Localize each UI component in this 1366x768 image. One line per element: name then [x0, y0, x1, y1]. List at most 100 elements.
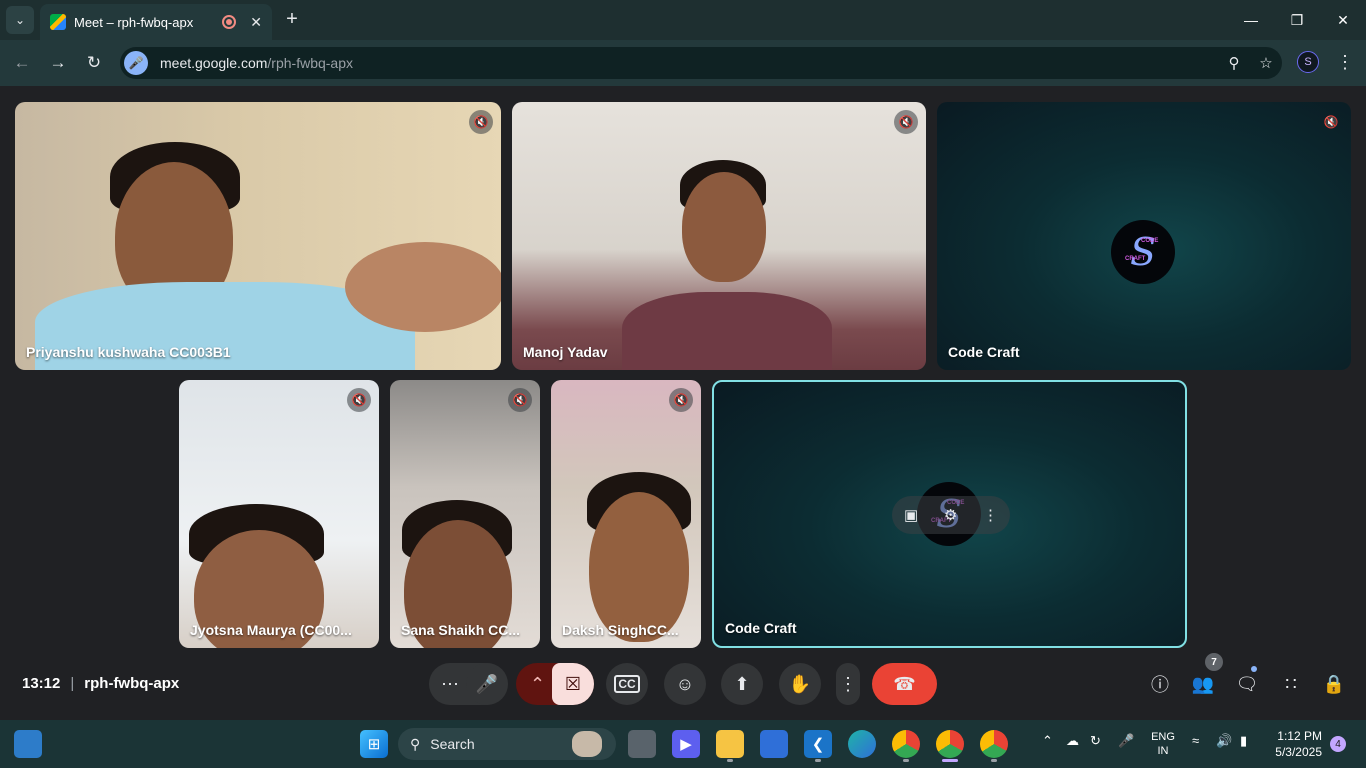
meeting-separator: | — [70, 675, 75, 692]
present-screen-icon: ⬆ — [734, 673, 750, 694]
file-explorer-icon[interactable] — [716, 730, 744, 758]
hand-icon: ✋ — [788, 673, 812, 694]
lang-region: IN — [1157, 745, 1169, 757]
browser-menu-icon[interactable]: ⋮ — [1336, 52, 1354, 73]
meeting-details-button[interactable]: ⓘ — [1144, 668, 1176, 700]
activities-button[interactable]: ∷ — [1275, 668, 1307, 700]
notification-badge[interactable]: 4 — [1330, 736, 1346, 752]
meet-stage: 🔇 Priyanshu kushwaha CC003B1 🔇 Manoj Yad… — [0, 86, 1366, 720]
participant-name: Manoj Yadav — [523, 344, 608, 360]
camera-toggle-button[interactable]: ☒ — [552, 663, 594, 705]
chrome-alt-icon[interactable] — [980, 730, 1008, 758]
apps-grid-icon: ∷ — [1285, 673, 1297, 694]
new-tab-button[interactable]: + — [282, 8, 302, 31]
chat-icon: 🗨 — [1235, 673, 1259, 694]
chrome-profile-icon[interactable] — [936, 730, 964, 758]
recording-indicator-icon — [222, 15, 237, 29]
mic-muted-icon: 🔇 — [508, 388, 532, 412]
vertical-dots-icon: ⋮ — [839, 673, 857, 694]
info-icon: ⓘ — [1151, 675, 1169, 695]
site-mic-icon[interactable]: 🎤 — [124, 51, 148, 75]
more-options-button[interactable]: ⋮ — [836, 663, 860, 705]
video-feed — [622, 292, 832, 370]
wifi-icon[interactable]: ≈ — [1192, 733, 1199, 748]
leave-call-button[interactable]: ☎ — [872, 663, 937, 705]
address-bar-row: ← → ↻ 🎤 meet.google.com/rph-fwbq-apx ⚲ ☆ — [0, 40, 1366, 86]
meet-favicon-icon — [50, 14, 66, 30]
onedrive-icon[interactable]: ☁ — [1066, 733, 1079, 749]
forward-button[interactable]: → — [40, 45, 76, 81]
chrome-icon[interactable] — [892, 730, 920, 758]
participant-tile[interactable]: 🔇 Priyanshu kushwaha CC003B1 — [15, 102, 501, 370]
tab-close-button[interactable]: ✕ — [250, 14, 262, 31]
url-domain: meet.google.com — [160, 55, 268, 71]
people-icon: 👥 — [1191, 673, 1215, 694]
widgets-icon[interactable] — [14, 730, 42, 758]
participant-tile[interactable]: 🔇 Jyotsna Maurya (CC00... — [179, 380, 379, 648]
raise-hand-button[interactable]: ✋ — [779, 663, 821, 705]
participant-tile[interactable]: 🔇 Sana Shaikh CC... — [390, 380, 540, 648]
meeting-info: 13:12 | rph-fwbq-apx — [22, 675, 179, 692]
video-feed — [589, 492, 689, 642]
people-button[interactable]: 👥 — [1187, 668, 1219, 700]
taskbar-active-indicator — [815, 759, 821, 762]
tray-overflow-icon[interactable]: ⌃ — [1042, 733, 1053, 749]
url-text[interactable]: meet.google.com/rph-fwbq-apx — [160, 55, 1218, 71]
system-clock[interactable]: 1:12 PM 5/3/2025 — [1266, 728, 1322, 760]
sync-icon[interactable]: ↻ — [1090, 733, 1101, 749]
tab-search-button[interactable]: ⌄ — [6, 6, 34, 34]
minimize-button[interactable]: — — [1228, 0, 1274, 40]
taskbar-active-indicator — [991, 759, 997, 762]
input-language[interactable]: ENG IN — [1150, 730, 1176, 758]
window-controls: — ❐ ✕ — [1228, 0, 1366, 40]
meet-app-icon[interactable]: ▶ — [672, 730, 700, 758]
logo-text: CRAFT — [1125, 256, 1146, 262]
microphone-tray-icon[interactable]: 🎤 — [1118, 733, 1134, 749]
vscode-icon[interactable]: ❮ — [804, 730, 832, 758]
back-button[interactable]: ← — [4, 45, 40, 81]
profile-avatar[interactable]: S — [1297, 51, 1319, 73]
captions-icon: CC — [614, 675, 640, 693]
bookmark-star-icon[interactable]: ☆ — [1250, 54, 1282, 72]
meeting-code: rph-fwbq-apx — [84, 675, 180, 692]
battery-icon[interactable]: ▮ — [1240, 733, 1247, 749]
participant-name: Code Craft — [725, 620, 797, 636]
participant-tile[interactable]: S CODE CRAFT 🔇 Code Craft — [937, 102, 1351, 370]
clock-time: 1:12 PM — [1277, 729, 1322, 743]
clock-date: 5/3/2025 — [1275, 745, 1322, 759]
lang-code: ENG — [1151, 731, 1175, 743]
zoom-icon[interactable]: ⚲ — [1218, 54, 1250, 72]
microsoft-store-icon[interactable] — [760, 730, 788, 758]
volume-icon[interactable]: 🔊 — [1216, 733, 1232, 749]
frame-person-icon[interactable]: ▣ — [904, 506, 918, 524]
task-view-icon[interactable] — [628, 730, 656, 758]
pin-icon[interactable]: ⚙ — [944, 506, 957, 524]
omnibox[interactable]: 🎤 meet.google.com/rph-fwbq-apx ⚲ ☆ — [120, 47, 1282, 79]
tile-hover-toolbar: ▣ ⚙ ⋮ — [892, 496, 1010, 534]
hang-up-icon: ☎ — [893, 673, 916, 694]
host-controls-button[interactable]: 🔒 — [1318, 668, 1350, 700]
taskbar-active-indicator — [942, 759, 958, 762]
taskbar-active-indicator — [903, 759, 909, 762]
self-participant-tile[interactable]: S CODE CRAFT ▣ ⚙ ⋮ Code Craft — [712, 380, 1187, 648]
edge-icon[interactable] — [848, 730, 876, 758]
more-options-icon[interactable]: ⋮ — [983, 506, 998, 524]
restore-button[interactable]: ❐ — [1274, 0, 1320, 40]
mic-button[interactable]: 🎤 — [466, 663, 508, 705]
captions-button[interactable]: CC — [606, 663, 648, 705]
search-label: Search — [430, 736, 475, 752]
participant-name: Sana Shaikh CC... — [401, 622, 521, 638]
reactions-button[interactable]: ☺ — [664, 663, 706, 705]
start-windows-icon[interactable]: ⊞ — [360, 730, 388, 758]
chat-button[interactable]: 🗨 — [1231, 668, 1263, 700]
code-craft-logo: S CODE CRAFT — [1111, 220, 1175, 284]
participant-name: Daksh SinghCC... — [562, 622, 679, 638]
participant-tile[interactable]: 🔇 Manoj Yadav — [512, 102, 926, 370]
present-button[interactable]: ⬆ — [721, 663, 763, 705]
browser-tab-meet[interactable]: Meet – rph-fwbq-apx ✕ — [40, 4, 272, 40]
participant-tile[interactable]: 🔇 Daksh SinghCC... — [551, 380, 701, 648]
close-window-button[interactable]: ✕ — [1320, 0, 1366, 40]
participant-name: Code Craft — [948, 344, 1020, 360]
reload-button[interactable]: ↻ — [76, 45, 112, 81]
taskbar-search[interactable]: ⚲ Search — [398, 728, 616, 760]
